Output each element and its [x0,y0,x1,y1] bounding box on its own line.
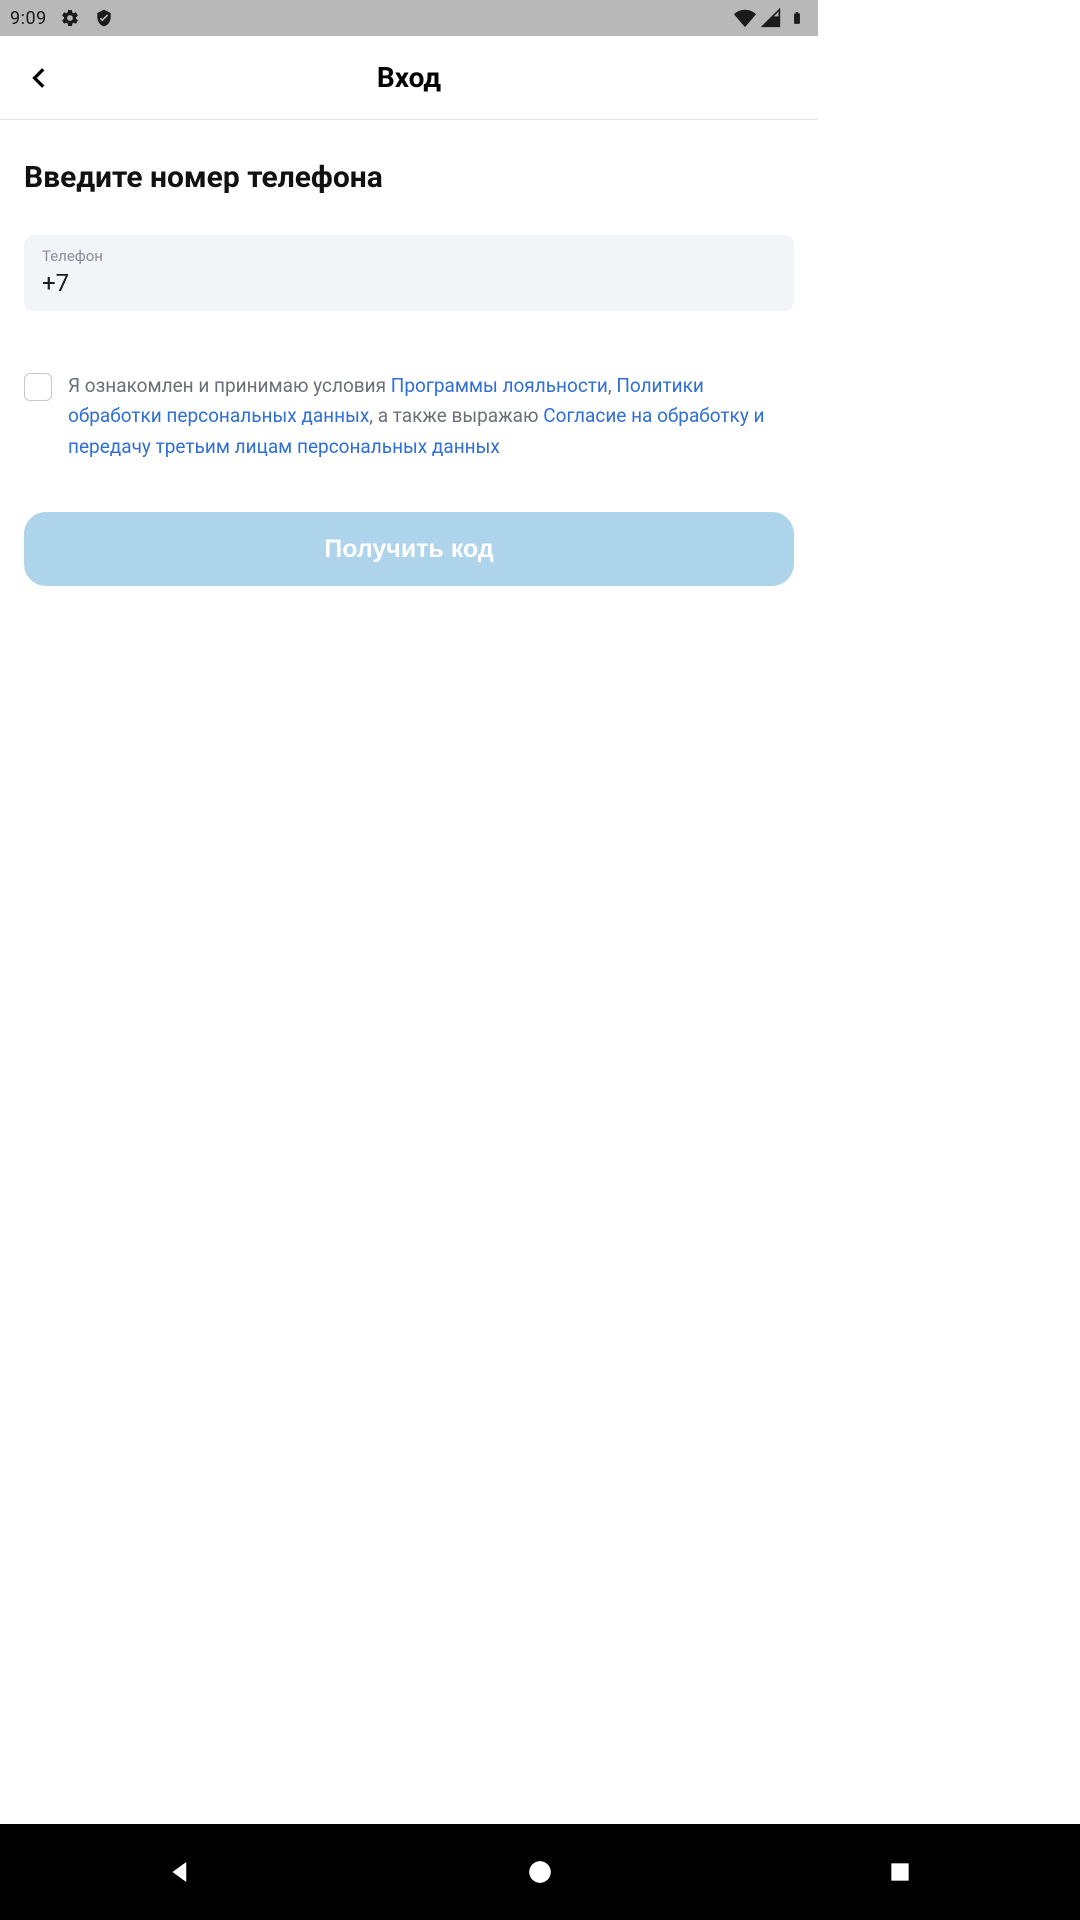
status-left: 9:09 [10,7,115,29]
gear-icon [59,7,81,29]
shield-icon [93,7,115,29]
phone-field[interactable]: Телефон +7 [24,235,794,311]
status-time: 9:09 [10,8,47,29]
consent-row: Я ознакомлен и принимаю условия Программ… [24,371,794,462]
consent-sep2: , а также выражаю [369,404,543,427]
content: Введите номер телефона Телефон +7 Я озна… [0,120,818,586]
page-heading: Введите номер телефона [24,160,794,195]
consent-prefix: Я ознакомлен и принимаю условия [68,374,391,397]
android-nav-bar [0,1824,1080,1920]
status-right [734,7,808,29]
nav-home-button[interactable] [490,1842,590,1902]
cellular-icon [760,7,782,29]
phone-field-value: +7 [42,269,776,297]
page-title: Вход [0,61,818,94]
app-header: Вход [0,36,818,120]
consent-text: Я ознакомлен и принимаю условия Программ… [68,371,794,462]
chevron-left-icon [27,65,53,91]
get-code-button[interactable]: Получить код [24,512,794,586]
back-button[interactable] [20,58,60,98]
wifi-icon [734,7,756,29]
battery-icon [786,7,808,29]
phone-field-label: Телефон [42,247,776,265]
nav-recent-button[interactable] [850,1842,950,1902]
loyalty-program-link[interactable]: Программы лояльности [391,374,608,397]
status-bar: 9:09 [0,0,818,36]
nav-back-button[interactable] [130,1842,230,1902]
consent-checkbox[interactable] [24,373,52,401]
